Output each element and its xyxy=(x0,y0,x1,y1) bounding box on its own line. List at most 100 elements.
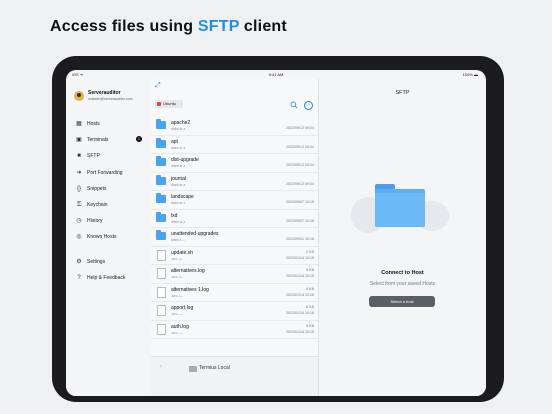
list-item[interactable]: apport.log -rw-r----- 2023/01/14 10:16 6 KB xyxy=(151,302,318,321)
file-date: 2022/09/12 09:24 xyxy=(286,163,314,167)
list-item[interactable]: apache2 drwxr-xr-x 2022/09/12 09:24 xyxy=(151,117,318,136)
file-permissions: drwxr-xr-x xyxy=(171,164,186,168)
sidebar-item-help-feedback[interactable]: ? Help & Feedback xyxy=(76,274,146,284)
history-icon: ◷ xyxy=(76,218,82,224)
sidebar-item-terminals[interactable]: ▣ Terminals 1 xyxy=(76,136,146,146)
file-icon xyxy=(157,323,166,335)
user-profile[interactable]: Serverauditor maksim@serverauditor.com xyxy=(74,89,150,109)
sidebar-item-label: Help & Feedback xyxy=(87,275,126,281)
file-pane-toolbar: ⤢ Ubuntu ··· xyxy=(151,79,318,110)
ubuntu-icon xyxy=(157,102,161,106)
keychain-icon: ⚿ xyxy=(76,202,82,208)
sidebar-item-settings[interactable]: ⚙ Settings xyxy=(76,258,146,268)
list-item[interactable]: auth.log -rw-r----- 2023/01/14 10:16 6 KB xyxy=(151,321,318,339)
sidebar-item-known-hosts[interactable]: ◎ Known Hosts xyxy=(76,233,146,243)
file-permissions: drwxr-xr-x xyxy=(171,145,186,150)
list-item[interactable]: alternatives.log -rw-r--r-- 2023/01/14 10:… xyxy=(151,265,318,284)
file-size: 6 KB xyxy=(306,305,314,309)
host-tag-label: Ubuntu xyxy=(163,101,176,106)
file-date: 2022/09/07 10:16 xyxy=(286,218,314,223)
list-item[interactable]: landscape drwxr-xr-x 2022/09/07 10:16 xyxy=(151,191,318,210)
file-name: apport.log xyxy=(171,305,194,311)
sidebar-item-label: Settings xyxy=(87,259,106,265)
folder-icon xyxy=(156,137,166,148)
file-permissions: drwxr-xr-x xyxy=(171,201,186,205)
folder-icon-front xyxy=(375,193,425,227)
search-icon[interactable] xyxy=(290,101,298,109)
list-item[interactable]: apt drwxr-xr-x 2022/09/12 09:24 xyxy=(151,136,318,154)
file-name: auth.log xyxy=(171,323,189,330)
file-date: 2023/01/14 10:16 xyxy=(286,274,314,278)
file-name: alternatives 1.log xyxy=(171,286,209,293)
file-size: 6 KB xyxy=(306,286,314,291)
folder-icon xyxy=(156,193,166,203)
list-item[interactable]: update.sh -rw-r--r-- 2023/01/14 10:16 0 KB xyxy=(151,247,318,265)
sidebar-item-history[interactable]: ◷ History xyxy=(76,217,146,227)
folder-icon xyxy=(156,156,166,166)
user-email: maksim@serverauditor.com xyxy=(88,97,133,101)
list-item[interactable]: lxd drwxr-xr-x 2022/09/07 10:16 xyxy=(151,210,318,228)
file-permissions: drwxr-sr-x xyxy=(171,182,186,187)
folder-cloud-illustration xyxy=(345,179,457,249)
list-item[interactable]: alternatives 1.log -rw-r--r-- 2023/01/14 1… xyxy=(151,284,318,302)
sidebar-item-keychain[interactable]: ⚿ Keychain xyxy=(76,201,146,211)
status-bar: iOS ᯤ 9:41 AM 100% ▬ xyxy=(66,70,486,79)
file-name: apache2 xyxy=(171,120,191,126)
file-name: alternatives.log xyxy=(171,268,205,274)
port-forwarding-icon: ➜ xyxy=(76,170,82,176)
sidebar-item-label: Keychain xyxy=(87,202,108,208)
select-host-button[interactable]: Select a host xyxy=(369,296,435,307)
snippets-icon: {} xyxy=(76,186,81,192)
status-time: 9:41 AM xyxy=(268,72,284,77)
sidebar-item-hosts[interactable]: ▦ Hosts xyxy=(76,120,146,130)
status-battery: 100% ▬ xyxy=(462,72,478,77)
more-icon[interactable]: ··· xyxy=(304,101,313,110)
list-item[interactable]: unattended-upgrades drwxr-x--- 2022/09/01 … xyxy=(151,228,318,247)
local-pane-bar[interactable]: ‹ Termius Local xyxy=(151,356,318,396)
file-icon xyxy=(157,249,166,261)
sidebar-item-label: Port Forwarding xyxy=(87,170,123,176)
folder-icon xyxy=(156,174,166,185)
local-location: Termius Local xyxy=(199,365,230,371)
sidebar-item-label: Terminals xyxy=(87,137,109,143)
avatar xyxy=(74,91,84,101)
file-date: 2023/01/14 10:16 xyxy=(286,292,314,297)
file-permissions: drwxr-xr-x xyxy=(171,219,186,224)
file-name: dist-upgrade xyxy=(171,157,199,163)
known-hosts-icon: ◎ xyxy=(76,234,82,240)
file-permissions: -rw-r----- xyxy=(171,312,183,316)
sidebar-item-label: History xyxy=(87,218,103,224)
hosts-icon: ▦ xyxy=(76,121,82,127)
sidebar-item-label: Known Hosts xyxy=(87,234,117,240)
file-list: apache2 drwxr-xr-x 2022/09/12 09:24 apt drwx… xyxy=(151,117,318,339)
file-permissions: -rw-r--r-- xyxy=(171,293,183,298)
back-icon[interactable]: ‹ xyxy=(160,364,162,370)
expand-icon[interactable]: ⤢ xyxy=(155,82,161,90)
list-item[interactable]: dist-upgrade drwxr-xr-x 2022/09/12 09:24 xyxy=(151,154,318,173)
sidebar-item-port-forwarding[interactable]: ➜ Port Forwarding xyxy=(76,169,146,179)
sidebar: Serverauditor maksim@serverauditor.com ▦… xyxy=(66,79,151,396)
app-screen: iOS ᯤ 9:41 AM 100% ▬ Serverauditor maksi… xyxy=(66,70,486,396)
folder-icon xyxy=(156,211,166,222)
file-permissions: drwxr-x--- xyxy=(171,238,185,242)
sidebar-item-snippets[interactable]: {} Snippets xyxy=(76,185,146,195)
file-name: landscape xyxy=(171,194,194,200)
file-date: 2022/09/07 10:16 xyxy=(286,200,314,204)
file-date: 2023/01/14 10:16 xyxy=(286,329,314,334)
file-icon xyxy=(157,286,166,298)
file-permissions: -rw-r--r-- xyxy=(171,275,183,279)
file-permissions: drwxr-xr-x xyxy=(171,127,186,131)
file-size: 0 KB xyxy=(306,249,314,254)
file-date: 2022/09/01 10:16 xyxy=(286,237,314,241)
sidebar-item-sftp[interactable]: ■ SFTP xyxy=(76,152,146,162)
sidebar-item-label: Hosts xyxy=(87,121,100,127)
file-name: unattended-upgrades xyxy=(171,231,219,237)
sidebar-item-label: SFTP xyxy=(87,153,100,159)
sftp-main: SFTP Connect to Host Select from your sa… xyxy=(319,79,486,396)
file-name: lxd xyxy=(171,212,178,219)
file-size: 6 KB xyxy=(306,268,314,272)
list-item[interactable]: journal drwxr-sr-x 2022/09/12 09:24 xyxy=(151,173,318,191)
file-icon xyxy=(157,305,166,316)
host-tag[interactable]: Ubuntu xyxy=(155,100,183,108)
user-name: Serverauditor xyxy=(88,90,121,96)
